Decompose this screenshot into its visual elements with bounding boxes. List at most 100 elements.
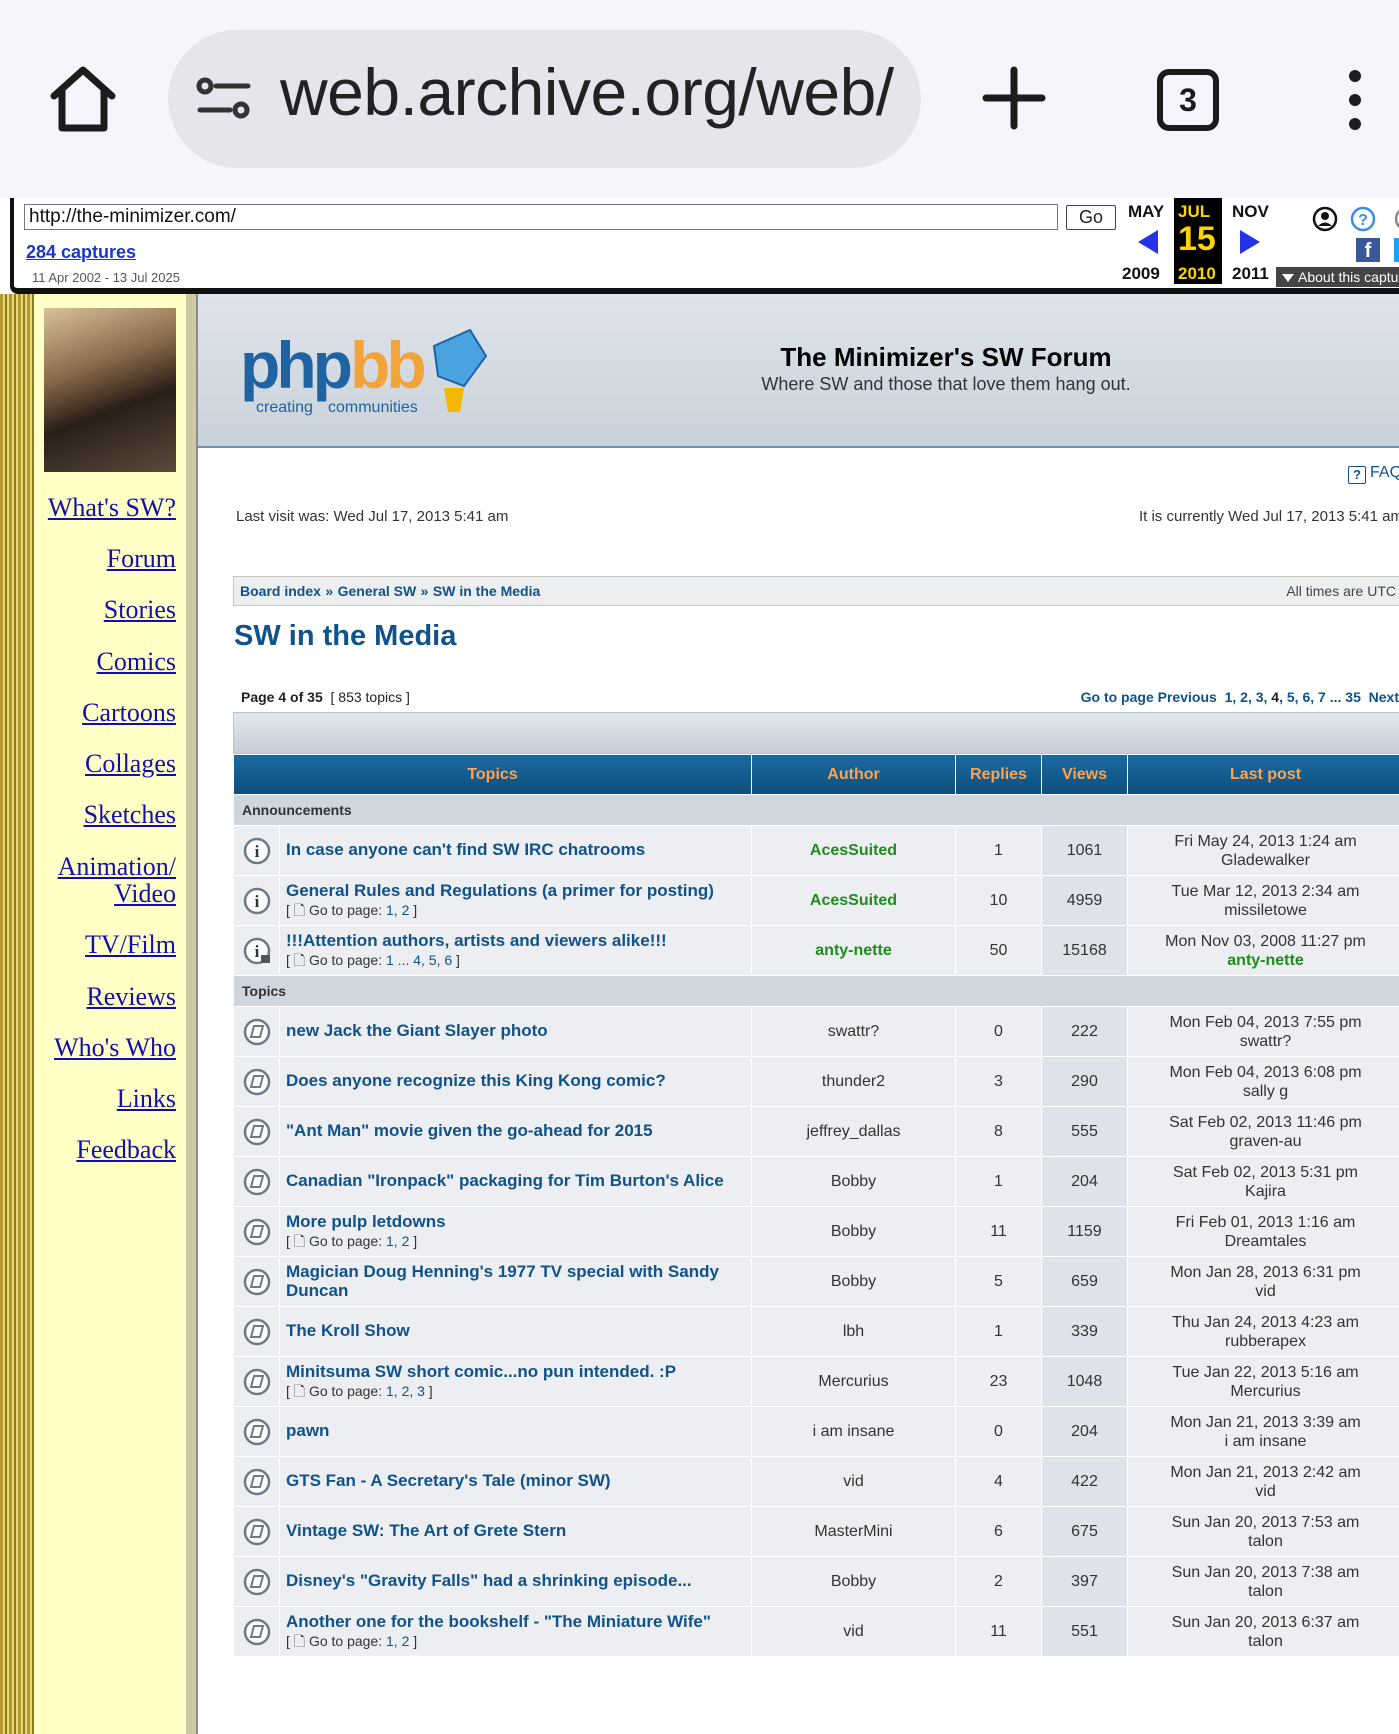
twitter-icon[interactable] bbox=[1394, 238, 1399, 262]
table-row[interactable]: Vintage SW: The Art of Grete Stern Master… bbox=[233, 1506, 1399, 1557]
last-post-user[interactable]: talon bbox=[1128, 1532, 1399, 1551]
table-row[interactable]: Disney's "Gravity Falls" had a shrinking… bbox=[233, 1556, 1399, 1607]
last-post-date[interactable]: Sun Jan 20, 2013 7:53 am bbox=[1128, 1513, 1399, 1532]
table-row[interactable]: Magician Doug Henning's 1977 TV special … bbox=[233, 1256, 1399, 1307]
last-post-user[interactable]: Mercurius bbox=[1128, 1382, 1399, 1401]
last-post-date[interactable]: Sun Jan 20, 2013 7:38 am bbox=[1128, 1563, 1399, 1582]
pagination-page-link[interactable]: 3 bbox=[1256, 689, 1264, 705]
topic-title-link[interactable]: Disney's "Gravity Falls" had a shrinking… bbox=[286, 1571, 692, 1590]
prev-year-label[interactable]: 2009 bbox=[1122, 264, 1160, 284]
last-post-user[interactable]: Gladewalker bbox=[1128, 851, 1399, 870]
author-name[interactable]: thunder2 bbox=[822, 1073, 885, 1090]
last-post-user[interactable]: rubberapex bbox=[1128, 1332, 1399, 1351]
topic-title-link[interactable]: pawn bbox=[286, 1421, 329, 1440]
breadcrumb-sw-in-media[interactable]: SW in the Media bbox=[433, 583, 540, 599]
pagination-page-link[interactable]: 5 bbox=[1287, 689, 1295, 705]
col-header-last-post[interactable]: Last post bbox=[1127, 754, 1399, 795]
site-settings-icon[interactable] bbox=[196, 76, 252, 122]
tab-switcher-button[interactable]: 3 bbox=[1157, 69, 1219, 131]
author-name[interactable]: vid bbox=[843, 1623, 863, 1640]
pagination-page-link[interactable]: 2 bbox=[1240, 689, 1248, 705]
page-title[interactable]: SW in the Media bbox=[234, 620, 456, 653]
author-name[interactable]: Bobby bbox=[831, 1573, 876, 1590]
table-row[interactable]: "Ant Man" movie given the go-ahead for 2… bbox=[233, 1106, 1399, 1157]
close-icon[interactable] bbox=[1394, 206, 1399, 232]
table-row[interactable]: Does anyone recognize this King Kong com… bbox=[233, 1056, 1399, 1107]
author-name[interactable]: MasterMini bbox=[814, 1523, 892, 1540]
topic-title-link[interactable]: Vintage SW: The Art of Grete Stern bbox=[286, 1521, 566, 1540]
last-post-date[interactable]: Thu Jan 24, 2013 4:23 am bbox=[1128, 1313, 1399, 1332]
last-post-user[interactable]: swattr? bbox=[1128, 1032, 1399, 1051]
table-row[interactable]: The Kroll Show lbh 1 339 Thu Jan 24, 2013 4:… bbox=[233, 1306, 1399, 1357]
last-post-date[interactable]: Tue Mar 12, 2013 2:34 am bbox=[1128, 882, 1399, 901]
last-post-user[interactable]: vid bbox=[1128, 1282, 1399, 1301]
faq-link[interactable]: FAQ bbox=[1348, 464, 1399, 482]
url-text[interactable]: web.archive.org/web/ bbox=[280, 54, 894, 130]
last-post-user[interactable]: vid bbox=[1128, 1482, 1399, 1501]
author-name[interactable]: swattr? bbox=[828, 1023, 880, 1040]
last-post-date[interactable]: Mon Jan 21, 2013 2:42 am bbox=[1128, 1463, 1399, 1482]
last-post-date[interactable]: Mon Feb 04, 2013 7:55 pm bbox=[1128, 1013, 1399, 1032]
author-name[interactable]: AcesSuited bbox=[810, 842, 897, 859]
prev-month-label[interactable]: MAY bbox=[1128, 202, 1164, 222]
table-row[interactable]: Canadian "Ironpack" packaging for Tim Bu… bbox=[233, 1156, 1399, 1207]
help-icon[interactable]: ? bbox=[1350, 206, 1376, 232]
about-capture-button[interactable]: About this captu bbox=[1276, 267, 1399, 287]
last-post-date[interactable]: Fri Feb 01, 2013 1:16 am bbox=[1128, 1213, 1399, 1232]
nav-link-whos-who[interactable]: Who's Who bbox=[54, 1034, 176, 1061]
topic-title-link[interactable]: !!!Attention authors, artists and viewer… bbox=[286, 931, 667, 950]
last-post-user[interactable]: Dreamtales bbox=[1128, 1232, 1399, 1251]
author-name[interactable]: AcesSuited bbox=[810, 892, 897, 909]
last-post-user[interactable]: Kajira bbox=[1128, 1182, 1399, 1201]
last-post-user[interactable]: anty-nette bbox=[1128, 951, 1399, 970]
user-icon[interactable] bbox=[1312, 206, 1338, 232]
next-year-label[interactable]: 2011 bbox=[1232, 264, 1269, 284]
author-name[interactable]: Bobby bbox=[831, 1273, 876, 1290]
pagination-page-link[interactable]: 7 bbox=[1318, 689, 1326, 705]
author-name[interactable]: jeffrey_dallas bbox=[807, 1123, 901, 1140]
captures-link[interactable]: 284 captures bbox=[26, 242, 136, 263]
col-header-replies[interactable]: Replies bbox=[955, 754, 1042, 795]
facebook-icon[interactable]: f bbox=[1356, 238, 1380, 262]
next-month-label[interactable]: NOV bbox=[1232, 202, 1269, 222]
last-post-date[interactable]: Sun Jan 20, 2013 6:37 am bbox=[1128, 1613, 1399, 1632]
last-post-date[interactable]: Mon Jan 28, 2013 6:31 pm bbox=[1128, 1263, 1399, 1282]
author-name[interactable]: lbh bbox=[843, 1323, 864, 1340]
more-menu-icon[interactable] bbox=[1340, 68, 1370, 132]
col-header-topics[interactable]: Topics bbox=[233, 754, 752, 795]
nav-link-tv-film[interactable]: TV/Film bbox=[85, 931, 176, 958]
nav-link-collages[interactable]: Collages bbox=[85, 750, 176, 777]
nav-link-whats-sw[interactable]: What's SW? bbox=[48, 494, 176, 521]
last-post-date[interactable]: Tue Jan 22, 2013 5:16 am bbox=[1128, 1363, 1399, 1382]
table-row[interactable]: pawn i am insane 0 204 Mon Jan 21, 2013 3:39… bbox=[233, 1406, 1399, 1457]
last-post-date[interactable]: Mon Feb 04, 2013 6:08 pm bbox=[1128, 1063, 1399, 1082]
topic-title-link[interactable]: Does anyone recognize this King Kong com… bbox=[286, 1071, 666, 1090]
last-post-user[interactable]: graven-au bbox=[1128, 1132, 1399, 1151]
topic-page-links[interactable]: 1, 2, 3 bbox=[386, 1383, 425, 1399]
wayback-url-input[interactable] bbox=[24, 204, 1058, 230]
table-row[interactable]: Another one for the bookshelf - "The Min… bbox=[233, 1606, 1399, 1657]
topic-title-link[interactable]: Another one for the bookshelf - "The Min… bbox=[286, 1612, 711, 1631]
pagination-last[interactable]: 35 bbox=[1345, 689, 1361, 705]
topic-page-links[interactable]: 1, 2 bbox=[386, 902, 409, 918]
table-row[interactable]: GTS Fan - A Secretary's Tale (minor SW) v… bbox=[233, 1456, 1399, 1507]
nav-link-video[interactable]: Video bbox=[114, 880, 176, 907]
author-name[interactable]: Mercurius bbox=[818, 1373, 888, 1390]
nav-link-stories[interactable]: Stories bbox=[104, 596, 176, 623]
breadcrumb-general-sw[interactable]: General SW bbox=[338, 583, 417, 599]
nav-link-cartoons[interactable]: Cartoons bbox=[82, 699, 176, 726]
last-post-date[interactable]: Mon Nov 03, 2008 11:27 pm bbox=[1128, 932, 1399, 951]
prev-capture-arrow-icon[interactable] bbox=[1138, 230, 1158, 254]
topic-title-link[interactable]: General Rules and Regulations (a primer … bbox=[286, 881, 714, 900]
last-post-date[interactable]: Fri May 24, 2013 1:24 am bbox=[1128, 832, 1399, 851]
new-tab-icon[interactable] bbox=[980, 64, 1048, 132]
last-post-user[interactable]: talon bbox=[1128, 1632, 1399, 1651]
pagination-page-link[interactable]: 4 bbox=[1271, 689, 1279, 705]
col-header-author[interactable]: Author bbox=[751, 754, 956, 795]
nav-link-reviews[interactable]: Reviews bbox=[86, 983, 176, 1010]
topic-title-link[interactable]: The Kroll Show bbox=[286, 1321, 410, 1340]
table-row[interactable]: new Jack the Giant Slayer photo swattr? 0 2… bbox=[233, 1006, 1399, 1057]
last-post-user[interactable]: talon bbox=[1128, 1582, 1399, 1601]
nav-link-forum[interactable]: Forum bbox=[107, 545, 176, 572]
topic-page-links[interactable]: 1, 2 bbox=[386, 1633, 409, 1649]
